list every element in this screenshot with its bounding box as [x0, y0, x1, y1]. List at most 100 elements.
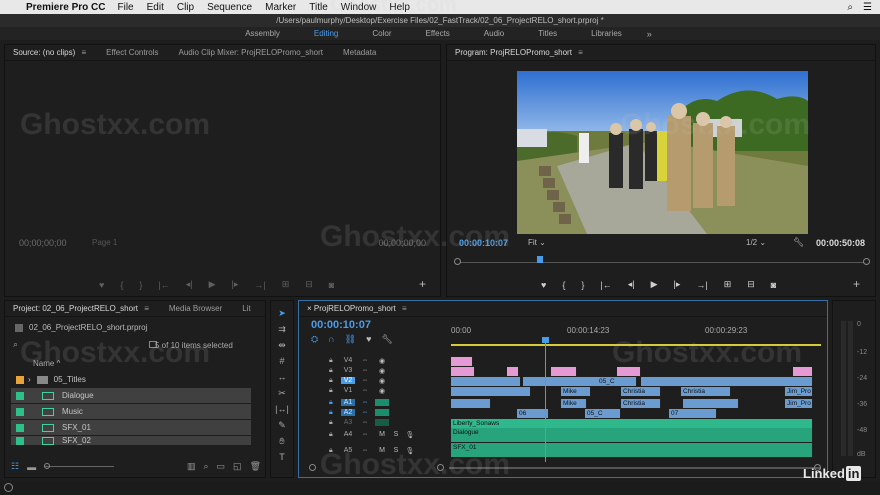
zoom-handle-right[interactable] — [863, 258, 870, 265]
go-to-in-icon[interactable]: |← — [600, 280, 611, 290]
lock-icon[interactable]: 🔒︎ — [329, 447, 341, 455]
panel-menu-icon[interactable]: ≡ — [144, 304, 149, 313]
menu-marker[interactable]: Marker — [265, 2, 296, 13]
mute-toggle[interactable] — [375, 419, 389, 426]
tab-source[interactable]: Source: (no clips) ≡ — [13, 48, 86, 57]
menu-file[interactable]: File — [117, 2, 133, 13]
snap-icon[interactable]: ∩ — [328, 334, 334, 345]
zoom-slider[interactable] — [44, 463, 115, 469]
timeline-ruler[interactable]: 00:00 00:00:14:23 00:00:29:23 — [451, 326, 821, 346]
timeline-clip[interactable] — [451, 357, 473, 366]
go-to-out-icon[interactable]: →| — [254, 280, 265, 290]
timeline-clip[interactable] — [617, 367, 641, 376]
pen-tool-icon[interactable]: ✎ — [278, 419, 286, 431]
timeline-clip[interactable] — [793, 367, 813, 376]
timeline-clip[interactable]: Christia — [621, 399, 661, 408]
marker-icon[interactable]: ♥ — [541, 280, 546, 290]
source-page-select[interactable]: Page 1 — [92, 238, 117, 247]
close-icon[interactable]: × — [307, 304, 312, 313]
step-forward-icon[interactable]: |▸ — [674, 279, 681, 290]
track-name[interactable]: A5 — [341, 447, 355, 454]
lock-icon[interactable]: 🔒︎ — [329, 387, 341, 395]
timeline-clip[interactable]: Mike — [561, 387, 591, 396]
wrench-icon[interactable]: 🔧︎ — [381, 334, 392, 345]
track-name[interactable]: V3 — [341, 367, 355, 374]
go-to-in-icon[interactable]: |← — [158, 280, 169, 290]
source-playhead-timecode[interactable]: 00;00;00;00 — [19, 238, 67, 248]
razor-tool-icon[interactable]: ✂ — [278, 387, 286, 399]
list-icon[interactable]: ☰ — [863, 2, 872, 13]
label-color-swatch[interactable] — [16, 423, 24, 432]
new-item-icon[interactable]: ◱ — [233, 461, 242, 472]
sync-lock-icon[interactable]: ⇔ — [355, 431, 375, 438]
mark-out-icon[interactable]: } — [139, 280, 142, 290]
mute-toggle[interactable] — [375, 399, 389, 406]
mark-out-icon[interactable]: } — [581, 280, 584, 290]
find-icon[interactable]: ⌕ — [203, 461, 208, 472]
timeline-clip[interactable] — [683, 399, 739, 408]
timeline-clip[interactable] — [451, 367, 475, 376]
timeline-clip[interactable] — [451, 399, 491, 408]
tab-project[interactable]: Project: 02_06_ProjectRELO_short ≡ — [13, 304, 149, 313]
go-to-out-icon[interactable]: →| — [696, 280, 707, 290]
label-color-swatch[interactable] — [16, 436, 24, 445]
program-add-button-icon[interactable]: + — [853, 277, 860, 291]
track-lane-a1[interactable]: Mike Christia Jim_Pro — [451, 399, 813, 408]
eye-icon[interactable]: ◉ — [375, 357, 389, 365]
menu-title[interactable]: Title — [309, 2, 328, 13]
app-name-menu[interactable]: Premiere Pro CC — [26, 2, 105, 13]
sync-lock-icon[interactable]: ⇔ — [355, 387, 375, 394]
lock-icon[interactable]: 🔒︎ — [329, 357, 341, 365]
zoom-handle-left[interactable] — [454, 258, 461, 265]
step-back-icon[interactable]: ◂| — [628, 279, 635, 290]
rolling-edit-tool-icon[interactable]: # — [279, 355, 284, 367]
timeline-clip[interactable]: 05_C — [585, 409, 621, 418]
project-search-input[interactable]: ⌕ — [13, 339, 143, 352]
list-item[interactable]: SFX_02 — [11, 436, 251, 445]
step-back-icon[interactable]: ◂| — [186, 279, 193, 290]
ripple-edit-tool-icon[interactable]: ⇹ — [278, 339, 286, 351]
panel-menu-icon[interactable]: ≡ — [578, 48, 583, 57]
sync-lock-icon[interactable]: ⇔ — [355, 409, 375, 416]
label-color-swatch[interactable] — [16, 407, 24, 416]
workspace-libraries[interactable]: Libraries — [591, 29, 622, 38]
tab-libraries[interactable]: Lit — [242, 304, 250, 313]
track-name[interactable]: V4 — [341, 357, 355, 364]
source-add-button-icon[interactable]: + — [419, 277, 426, 291]
camera-icon[interactable]: ◙ — [329, 280, 334, 290]
new-bin-icon[interactable]: ▭ — [217, 461, 226, 472]
sync-lock-icon[interactable]: ⇔ — [355, 377, 375, 384]
tab-sequence[interactable]: × ProjRELOPromo_short ≡ — [307, 304, 407, 313]
workspace-titles[interactable]: Titles — [538, 29, 557, 38]
track-select-tool-icon[interactable]: ⇉ — [278, 323, 286, 335]
lock-icon[interactable]: 🔒︎ — [329, 419, 341, 427]
tab-audio-clip-mixer[interactable]: Audio Clip Mixer: ProjRELOPromo_short — [178, 48, 323, 57]
track-lane-v2[interactable]: 05_C — [451, 377, 813, 386]
tab-media-browser[interactable]: Media Browser — [169, 304, 222, 313]
workspace-color[interactable]: Color — [372, 29, 391, 38]
menu-help[interactable]: Help — [389, 2, 410, 13]
sync-lock-icon[interactable]: ⇔ — [355, 367, 375, 374]
timeline-clip[interactable]: SFX_01 — [451, 443, 813, 457]
solo-button[interactable]: S — [389, 447, 403, 454]
program-video-frame[interactable] — [517, 71, 808, 234]
lock-icon[interactable]: 🔒︎ — [329, 377, 341, 385]
eye-icon[interactable]: ◉ — [375, 367, 389, 375]
panel-menu-icon[interactable]: ≡ — [402, 304, 407, 313]
panel-menu-icon[interactable]: ≡ — [81, 48, 86, 57]
step-forward-icon[interactable]: |▸ — [232, 279, 239, 290]
track-name[interactable]: V2 — [341, 377, 355, 384]
sync-lock-icon[interactable]: ⇔ — [355, 419, 375, 426]
track-lane-v3[interactable] — [451, 367, 813, 376]
lift-icon[interactable]: ⊞ — [724, 279, 732, 290]
timeline-clip[interactable]: Liberty_Sonaws — [451, 419, 813, 428]
workspace-overflow-button[interactable]: » — [647, 29, 652, 39]
mark-in-icon[interactable]: { — [562, 280, 565, 290]
microphone-icon[interactable]: 🎙︎ — [403, 447, 417, 455]
timeline-clip[interactable]: Jim_Pro — [785, 387, 813, 396]
timeline-clip[interactable] — [551, 367, 577, 376]
tab-metadata[interactable]: Metadata — [343, 48, 376, 57]
track-lane-v1[interactable]: Mike Christia Christia Jim_Pro — [451, 387, 813, 396]
track-lane-a4[interactable]: Dialogue — [451, 428, 813, 442]
status-circle-icon[interactable] — [4, 483, 13, 492]
